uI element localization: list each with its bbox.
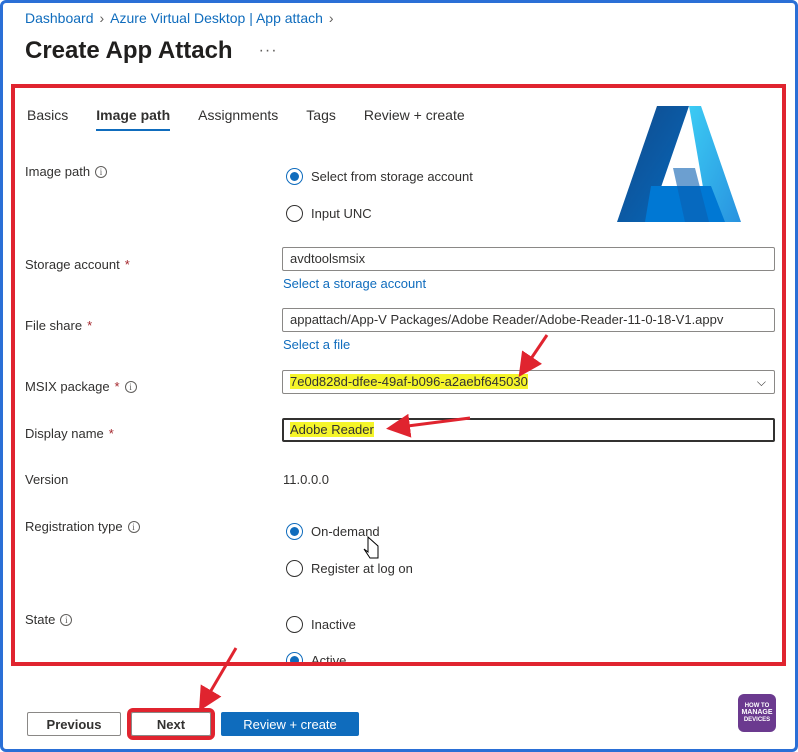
storage-account-label: Storage account * <box>25 257 130 272</box>
watermark-text: DEVICES <box>743 716 771 723</box>
chevron-right-icon: › <box>99 10 105 26</box>
radio-button[interactable] <box>286 205 303 222</box>
storage-account-label-text: Storage account <box>25 257 120 272</box>
required-mark: * <box>87 318 93 333</box>
watermark-text: HOW TO <box>744 702 770 709</box>
form-panel: Basics Image path Assignments Tags Revie… <box>11 84 786 666</box>
page-title: Create App Attach <box>25 37 233 64</box>
file-share-input[interactable]: appattach/App-V Packages/Adobe Reader/Ad… <box>282 308 775 332</box>
radio-label: Select from storage account <box>311 169 473 184</box>
display-name-input[interactable]: Adobe Reader <box>282 418 775 442</box>
radio-label: Register at log on <box>311 561 413 576</box>
azure-logo <box>617 106 741 222</box>
msix-package-value: 7e0d828d-dfee-49af-b096-a2aebf645030 <box>290 374 528 389</box>
info-icon[interactable]: i <box>95 165 108 178</box>
radio-label: Inactive <box>311 617 356 632</box>
radio-inactive[interactable]: Inactive <box>286 616 356 633</box>
radio-input-unc[interactable]: Input UNC <box>286 205 372 222</box>
version-label: Version <box>25 472 69 487</box>
info-icon[interactable]: i <box>124 380 137 393</box>
select-file-link[interactable]: Select a file <box>283 337 350 352</box>
title-row: Create App Attach ··· <box>25 37 278 65</box>
display-name-label: Display name * <box>25 426 114 441</box>
image-path-label: Image path i <box>25 164 108 179</box>
version-value: 11.0.0.0 <box>283 472 330 487</box>
file-share-label-text: File share <box>25 318 83 333</box>
radio-register-at-log-on[interactable]: Register at log on <box>286 560 413 577</box>
required-mark: * <box>124 257 130 272</box>
image-path-label-text: Image path <box>25 164 91 179</box>
info-icon[interactable]: i <box>127 520 140 533</box>
chevron-down-icon[interactable]: ⌵ <box>757 375 766 390</box>
tab-review-create[interactable]: Review + create <box>364 107 465 131</box>
previous-button[interactable]: Previous <box>27 712 121 736</box>
next-button[interactable]: Next <box>127 708 215 740</box>
required-mark: * <box>114 379 120 394</box>
info-icon[interactable]: i <box>60 613 73 626</box>
tab-bar: Basics Image path Assignments Tags Revie… <box>27 107 493 131</box>
state-label-text: State <box>25 612 56 627</box>
breadcrumb-dashboard[interactable]: Dashboard <box>25 10 94 26</box>
tab-image-path[interactable]: Image path <box>96 107 171 131</box>
breadcrumb: Dashboard › Azure Virtual Desktop | App … <box>25 10 334 26</box>
registration-type-label-text: Registration type <box>25 519 123 534</box>
required-mark: * <box>108 426 114 441</box>
file-share-label: File share * <box>25 318 92 333</box>
radio-button-checked[interactable] <box>286 168 303 185</box>
radio-button-checked[interactable] <box>286 652 303 662</box>
select-storage-account-link[interactable]: Select a storage account <box>283 276 426 291</box>
radio-select-from-storage[interactable]: Select from storage account <box>286 168 473 185</box>
display-name-value: Adobe Reader <box>290 422 374 437</box>
state-label: State i <box>25 612 73 627</box>
msix-package-select[interactable]: 7e0d828d-dfee-49af-b096-a2aebf645030 ⌵ <box>282 370 775 394</box>
display-name-label-text: Display name <box>25 426 104 441</box>
radio-on-demand[interactable]: On-demand <box>286 523 380 540</box>
tab-tags[interactable]: Tags <box>306 107 336 131</box>
radio-active[interactable]: Active <box>286 652 347 666</box>
msix-package-label: MSIX package * i <box>25 379 137 394</box>
more-options-icon[interactable]: ··· <box>259 42 278 60</box>
radio-button-checked[interactable] <box>286 523 303 540</box>
storage-account-input[interactable]: avdtoolsmsix <box>282 247 775 271</box>
radio-label: Active <box>311 653 347 666</box>
watermark-text: MANAGE <box>741 709 773 717</box>
chevron-right-icon: › <box>328 10 334 26</box>
tab-assignments[interactable]: Assignments <box>198 107 278 131</box>
breadcrumb-app-attach[interactable]: Azure Virtual Desktop | App attach <box>110 10 323 26</box>
radio-label: On-demand <box>311 524 380 539</box>
registration-type-label: Registration type i <box>25 519 140 534</box>
tab-basics[interactable]: Basics <box>27 107 68 131</box>
msix-package-label-text: MSIX package <box>25 379 110 394</box>
footer-bar: Previous Next Review + create <box>0 694 798 752</box>
watermark-logo: HOW TO MANAGE DEVICES <box>738 694 776 732</box>
radio-button[interactable] <box>286 616 303 633</box>
review-create-button[interactable]: Review + create <box>221 712 359 736</box>
radio-label: Input UNC <box>311 206 372 221</box>
radio-button[interactable] <box>286 560 303 577</box>
